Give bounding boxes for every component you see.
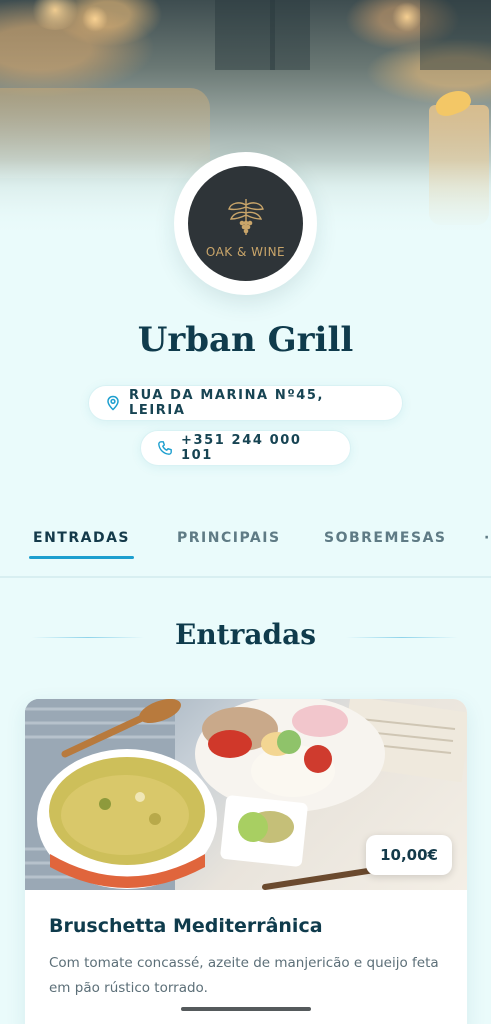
address-text: RUA DA MARINA Nº45, LEIRIA	[129, 388, 325, 418]
oak-leaves-grapes-icon	[227, 198, 264, 235]
section-divider-right	[346, 637, 458, 638]
category-tabs: ENTRADAS PRINCIPAIS SOBREMESAS ·	[0, 520, 491, 578]
hero-window	[420, 0, 491, 70]
tab-principais[interactable]: PRINCIPAIS	[177, 530, 281, 546]
hero-lamp	[392, 2, 422, 32]
dish-description: Com tomate concassé, azeite de manjericã…	[49, 955, 439, 996]
restaurant-logo: OAK & WINE	[174, 152, 317, 295]
section-title: Entradas	[174, 618, 316, 651]
phone-text: +351 244 000 101	[181, 433, 302, 463]
tab-overflow-hint: ·	[484, 530, 490, 546]
restaurant-name: Urban Grill	[137, 320, 354, 360]
hero-window	[215, 0, 275, 70]
hero-lamp	[82, 6, 108, 32]
dish-name: Bruschetta Mediterrânica	[49, 915, 323, 937]
home-indicator[interactable]	[181, 1007, 311, 1011]
tab-sobremesas[interactable]: SOBREMESAS	[324, 530, 447, 546]
price-badge: 10,00€	[366, 835, 452, 875]
phone-pill[interactable]: +351 244 000 101	[140, 430, 351, 466]
menu-item-card[interactable]: 10,00€ Bruschetta Mediterrânica Com toma…	[25, 699, 467, 1024]
hero-window	[270, 0, 310, 70]
logo-badge: OAK & WINE	[188, 166, 303, 281]
dish-photo: 10,00€	[25, 699, 467, 890]
tab-entradas[interactable]: ENTRADAS	[33, 530, 130, 546]
address-pill[interactable]: RUA DA MARINA Nº45, LEIRIA	[88, 385, 403, 421]
hero-lamp	[30, 0, 80, 30]
active-tab-indicator	[29, 556, 134, 559]
phone-icon	[158, 441, 172, 455]
logo-text: OAK & WINE	[205, 244, 286, 259]
location-pin-icon	[107, 395, 119, 411]
